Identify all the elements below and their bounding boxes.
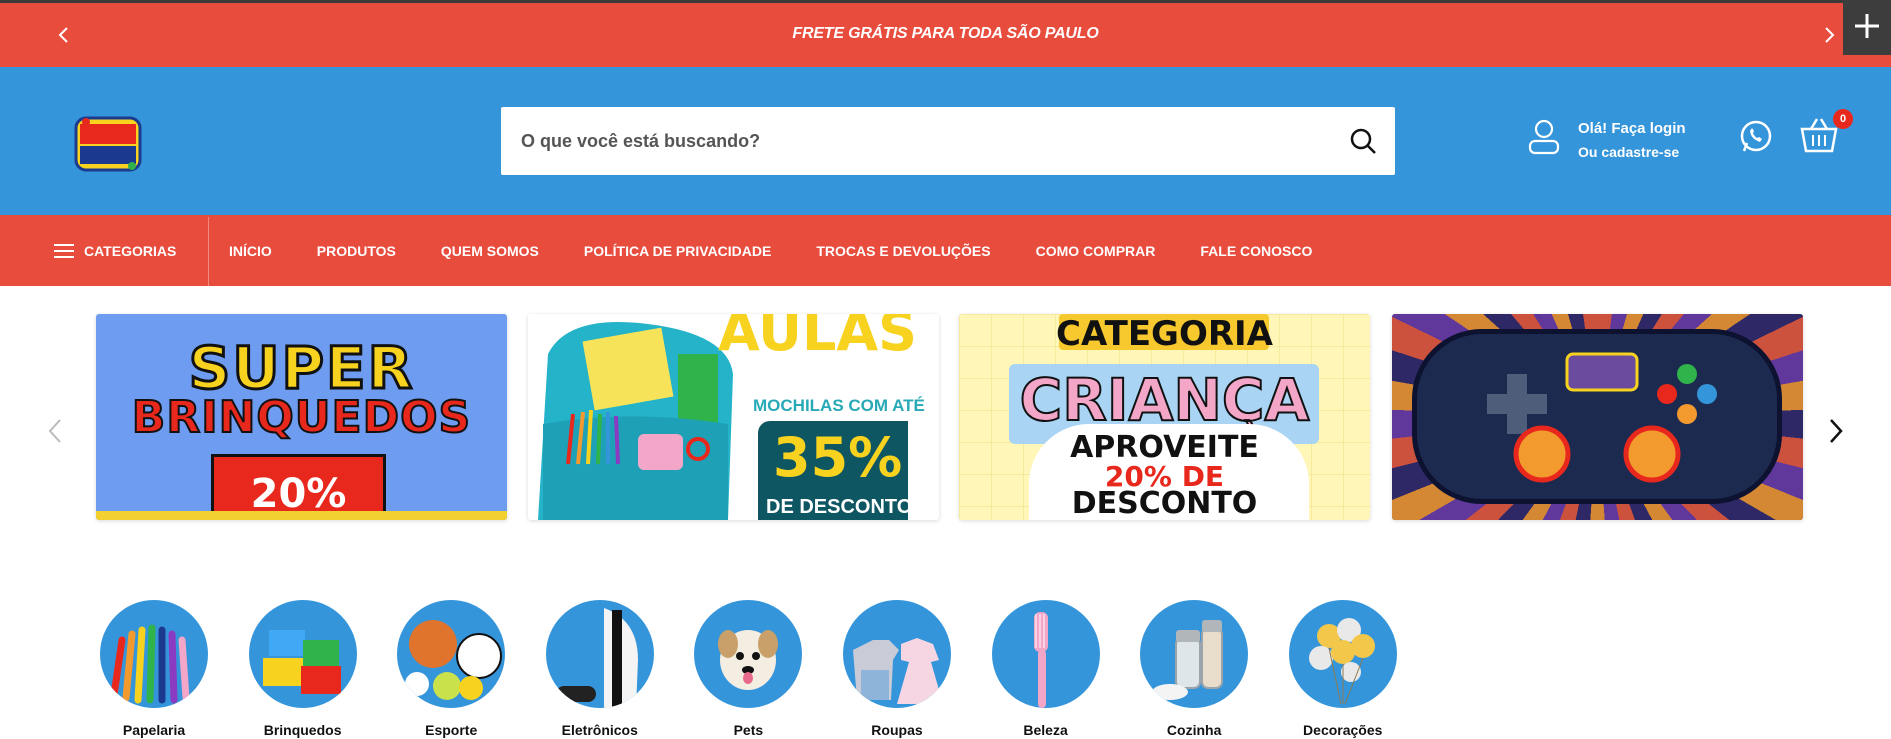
category-label: Papelaria [122, 722, 186, 738]
category-item-brinquedos[interactable]: Brinquedos [248, 600, 357, 739]
search-icon[interactable] [1349, 127, 1377, 160]
category-image [545, 600, 654, 708]
search-input[interactable] [521, 107, 1321, 175]
banner-mochilas[interactable]: AULAS MOCHILAS COM ATÉ 35% DE DESCONTO [528, 314, 939, 520]
carousel-prev-icon[interactable] [46, 418, 64, 449]
category-item-eletronicos[interactable]: Eletrônicos [545, 600, 654, 739]
category-label: Brinquedos [263, 722, 342, 738]
category-label: Eletrônicos [561, 722, 638, 738]
search-bar [501, 107, 1395, 175]
banner-line3: DESCONTO [1071, 486, 1258, 520]
category-image [1288, 600, 1397, 708]
banner-subheadline: BRINQUEDOS [131, 391, 472, 444]
nav-item-produtos[interactable]: PRODUTOS [317, 243, 396, 259]
banner-subtitle: MOCHILAS COM ATÉ [753, 396, 925, 415]
user-icon[interactable] [1527, 119, 1561, 160]
category-label: Roupas [871, 722, 923, 738]
main-nav: CATEGORIAS INÍCIO PRODUTOS QUEM SOMOS PO… [0, 215, 1891, 286]
category-item-esporte[interactable]: Esporte [397, 600, 506, 739]
category-item-pets[interactable]: Pets [694, 600, 803, 739]
carousel-next-icon[interactable] [1827, 418, 1845, 449]
category-label: Pets [733, 722, 764, 738]
category-image [248, 600, 357, 708]
plus-icon [1855, 14, 1879, 38]
category-image [991, 600, 1100, 708]
banner-title: AULAS [718, 314, 918, 363]
register-link[interactable]: Ou cadastre-se [1578, 144, 1679, 160]
category-label: Esporte [425, 722, 478, 738]
category-item-cozinha[interactable]: Cozinha [1140, 600, 1249, 739]
discount-value: 35% [773, 426, 903, 489]
announcement-text: FRETE GRÁTIS PARA TODA SÃO PAULO [792, 25, 1099, 42]
category-item-roupas[interactable]: Roupas [842, 600, 951, 739]
category-item-papelaria[interactable]: Papelaria [100, 600, 208, 739]
category-image [842, 600, 951, 708]
category-image [100, 600, 208, 708]
discount-text: DE DESCONTO [766, 496, 913, 518]
banner-title: CATEGORIA [1056, 314, 1273, 354]
category-item-decoracoes[interactable]: Decorações [1288, 600, 1397, 739]
plus-button[interactable] [1843, 0, 1891, 55]
banner-super-brinquedos[interactable]: SUPER BRINQUEDOS 20% [96, 314, 507, 520]
category-image [397, 600, 506, 708]
nav-divider [208, 217, 209, 286]
category-image [1140, 600, 1249, 708]
nav-item-como-comprar[interactable]: COMO COMPRAR [1036, 243, 1156, 259]
category-item-beleza[interactable]: Beleza [991, 600, 1100, 739]
cart-count-badge: 0 [1833, 109, 1853, 129]
site-header: Olá! Faça login Ou cadastre-se 0 [0, 67, 1891, 215]
hamburger-icon [54, 243, 74, 258]
nav-item-trocas-devolucoes[interactable]: TROCAS E DEVOLUÇÕES [816, 243, 990, 259]
category-label: Decorações [1303, 722, 1383, 738]
category-label: Cozinha [1166, 722, 1222, 738]
nav-item-fale-conosco[interactable]: FALE CONOSCO [1200, 243, 1312, 259]
nav-item-politica-privacidade[interactable]: POLÍTICA DE PRIVACIDADE [584, 243, 771, 259]
categories-menu-button[interactable]: CATEGORIAS [54, 215, 176, 286]
nav-item-inicio[interactable]: INÍCIO [229, 243, 272, 259]
nav-item-quem-somos[interactable]: QUEM SOMOS [441, 243, 539, 259]
whatsapp-icon[interactable] [1738, 119, 1774, 160]
categories-label: CATEGORIAS [84, 242, 177, 259]
category-label: Beleza [1023, 722, 1068, 738]
banner-stripe [96, 511, 507, 520]
banner-games[interactable] [1392, 314, 1803, 520]
category-image [694, 600, 803, 708]
category-list: Papelaria Brinquedos Esporte Eletrônicos… [100, 600, 1437, 739]
banner-categoria-crianca[interactable]: CATEGORIA CRIANÇA APROVEITE 20% DE DESCO… [959, 314, 1370, 520]
cart-icon[interactable] [1800, 117, 1838, 158]
announcement-next-icon[interactable] [1817, 23, 1841, 47]
gamepad-image [1412, 329, 1782, 504]
announcement-bar: FRETE GRÁTIS PARA TODA SÃO PAULO [0, 0, 1891, 67]
store-logo[interactable] [72, 112, 144, 174]
login-link[interactable]: Olá! Faça login [1578, 120, 1686, 137]
